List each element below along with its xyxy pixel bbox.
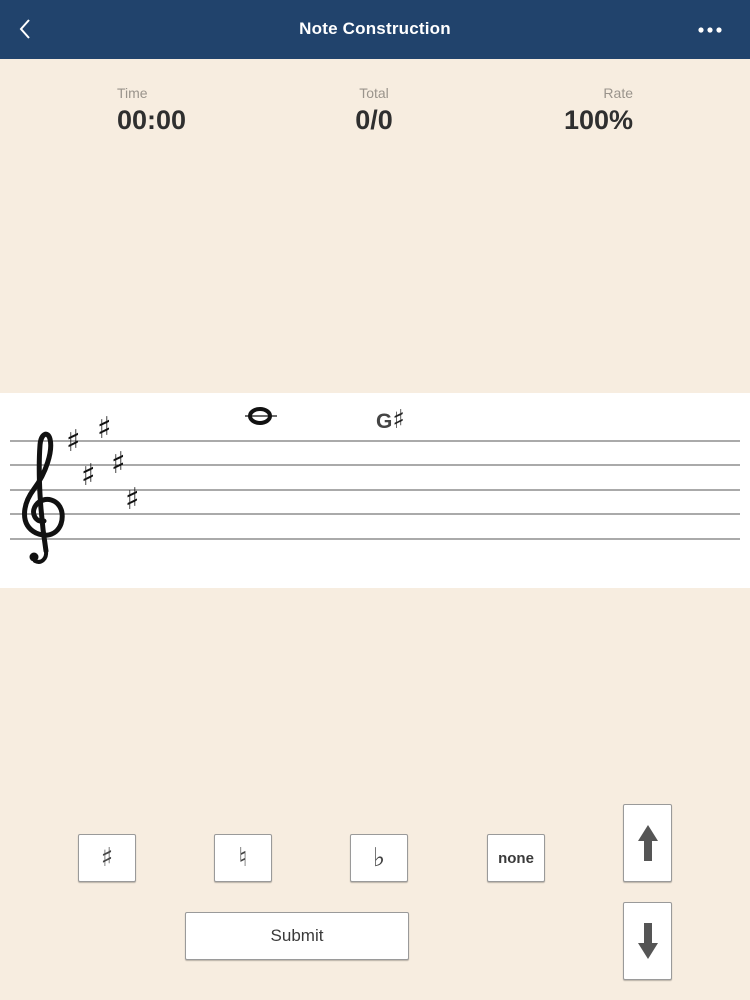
arrow-up-icon xyxy=(637,825,658,861)
target-note-name: G xyxy=(376,410,393,433)
music-staff: ♯ ♯ ♯ ♯ ♯ xyxy=(10,407,740,564)
none-button[interactable]: none xyxy=(487,834,545,882)
flat-button[interactable]: ♭ xyxy=(350,834,408,882)
staff-panel: ♯ ♯ ♯ ♯ ♯ G♯ xyxy=(0,393,750,588)
treble-clef-icon xyxy=(22,431,65,564)
pitch-down-button[interactable] xyxy=(623,902,672,980)
key-sharp-icon: ♯ xyxy=(81,458,96,493)
submit-button[interactable]: Submit xyxy=(185,912,409,960)
more-horizontal-icon[interactable] xyxy=(696,20,728,40)
pitch-up-button[interactable] xyxy=(623,804,672,882)
key-sharp-icon: ♯ xyxy=(97,411,112,446)
total-value: 0/0 xyxy=(355,105,393,135)
time-label: Time xyxy=(117,85,148,101)
target-note-label: G♯ xyxy=(376,405,405,435)
time-value: 00:00 xyxy=(117,105,187,135)
time-stat: Time 00:00 xyxy=(117,85,257,136)
arrow-down-icon xyxy=(637,923,658,959)
key-signature: ♯ ♯ ♯ ♯ ♯ xyxy=(66,411,140,517)
key-sharp-icon: ♯ xyxy=(66,424,81,459)
total-stat: Total 0/0 xyxy=(304,85,444,136)
sharp-icon: ♯ xyxy=(100,843,114,873)
natural-icon: ♮ xyxy=(238,843,248,873)
none-label: none xyxy=(498,849,534,867)
total-label: Total xyxy=(359,85,389,101)
sharp-icon: ♯ xyxy=(392,405,405,435)
rate-value: 100% xyxy=(563,105,633,135)
key-sharp-icon: ♯ xyxy=(125,482,140,517)
nav-bar: Note Construction xyxy=(0,0,750,59)
page-title: Note Construction xyxy=(299,19,451,38)
submit-label: Submit xyxy=(270,926,324,945)
rate-label: Rate xyxy=(603,85,633,101)
flat-icon: ♭ xyxy=(372,843,386,873)
rate-stat: Rate 100% xyxy=(493,85,633,136)
key-sharp-icon: ♯ xyxy=(111,446,126,481)
sharp-button[interactable]: ♯ xyxy=(78,834,136,882)
whole-note[interactable] xyxy=(245,407,277,425)
natural-button[interactable]: ♮ xyxy=(214,834,272,882)
